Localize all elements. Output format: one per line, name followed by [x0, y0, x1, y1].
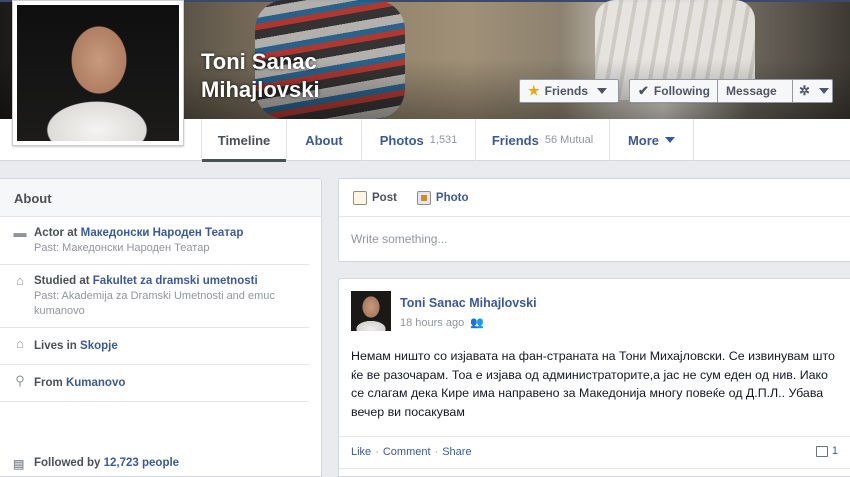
friends-button[interactable]: ★ Friends — [519, 79, 619, 103]
about-work: ▬ Actor at Македонски Народен Театар Pas… — [0, 217, 309, 264]
share-link[interactable]: Share — [442, 446, 471, 459]
story-text: Немам ништо со изјавата на фан-страната … — [351, 349, 835, 419]
from-link[interactable]: Kumanovo — [66, 377, 125, 389]
following-button[interactable]: ✔ Following — [629, 79, 718, 103]
gear-icon: ✲ — [799, 83, 810, 98]
briefcase-icon: ▬ — [13, 225, 27, 240]
followed-prefix: Followed by — [34, 457, 104, 469]
school-icon: ⌂ — [16, 273, 24, 288]
audience-friends-icon[interactable]: 👥 — [470, 316, 484, 329]
composer-tab-photo[interactable]: Photo — [416, 190, 469, 205]
comments-count[interactable]: 1 — [815, 445, 838, 457]
star-icon: ★ — [528, 83, 540, 98]
comment-icon — [815, 445, 828, 457]
story: Toni Sanac Mihajlovski 18 hours ago 👥 Не… — [338, 278, 850, 477]
chevron-down-icon — [597, 88, 607, 94]
chevron-down-icon — [818, 88, 829, 94]
about-education: ⌂ Studied at Fakultet za dramski umetnos… — [0, 264, 309, 327]
post-icon — [353, 190, 367, 205]
settings-button[interactable]: ✲ — [792, 79, 833, 103]
composer-tab-post-label: Post — [372, 191, 397, 204]
work-past: Past: Македонски Народен Театар — [34, 242, 210, 254]
work-link[interactable]: Македонски Народен Театар — [81, 227, 244, 239]
tab-label: More — [627, 132, 660, 148]
comments-count-value: 1 — [831, 445, 838, 457]
story-actions: Like · Comment · Share — [339, 436, 850, 468]
friends-button-label: Friends — [544, 84, 588, 98]
education-past: Past: Akademija za Dramski Umetnosti and… — [34, 290, 275, 317]
composer-input[interactable]: Write something... — [339, 217, 850, 261]
tab-friends[interactable]: Friends 56 Mutual — [476, 119, 610, 161]
tab-label: Timeline — [217, 132, 271, 148]
about-title[interactable]: About — [0, 179, 321, 217]
education-prefix: Studied at — [34, 275, 93, 287]
divider — [0, 401, 309, 402]
tab-label: About — [305, 132, 343, 148]
tab-label: Photos — [379, 132, 424, 148]
message-button[interactable]: Message — [717, 79, 793, 103]
followers-link[interactable]: 12,723 people — [104, 457, 179, 469]
photos-count: 1,531 — [429, 134, 458, 146]
message-button-label: Message — [726, 84, 777, 98]
following-button-label: Following — [653, 84, 710, 98]
profile-picture[interactable] — [12, 0, 184, 146]
separator: · — [375, 446, 379, 458]
composer-tab-photo-label: Photo — [435, 191, 469, 204]
location-pin-icon: ⚲ — [15, 373, 25, 388]
tab-timeline[interactable]: Timeline — [201, 119, 287, 162]
divider — [339, 468, 850, 469]
education-link[interactable]: Fakultet za dramski umetnosti — [93, 275, 258, 287]
lives-prefix: Lives in — [34, 340, 81, 352]
tab-more[interactable]: More — [610, 119, 694, 161]
rss-icon: ▤ — [13, 457, 25, 471]
work-line: Actor at Македонски Народен Театар — [34, 225, 309, 241]
story-timestamp[interactable]: 18 hours ago — [400, 317, 464, 329]
like-link[interactable]: Like — [351, 446, 371, 459]
composer-tab-post[interactable]: Post — [353, 190, 397, 205]
photo-icon — [416, 190, 431, 205]
story-time: 18 hours ago 👥 — [400, 316, 484, 330]
composer: Post Photo Write something... — [338, 178, 850, 262]
profile-picture-image — [17, 5, 179, 141]
tab-label: Friends — [491, 132, 539, 148]
separator: · — [434, 446, 439, 458]
chevron-down-icon — [665, 137, 676, 143]
story-author[interactable]: Toni Sanac Mihajlovski — [400, 296, 537, 310]
followed-by: ▤ Followed by 12,723 people — [0, 457, 320, 471]
comment-link[interactable]: Comment — [383, 446, 431, 459]
profile-name-line1: Toni Sanac — [201, 49, 317, 74]
check-icon: ✔ — [638, 83, 649, 98]
tab-about[interactable]: About — [287, 119, 362, 161]
profile-name-line2: Mihajlovski — [201, 77, 320, 102]
from-line: From Kumanovo — [34, 373, 309, 393]
mutual-friends-count: 56 Mutual — [544, 134, 594, 146]
about-from: ⚲ From Kumanovo — [0, 364, 309, 401]
about-lives: ⌂ Lives in Skopje — [0, 327, 309, 364]
lives-line: Lives in Skopje — [34, 336, 309, 356]
lives-link[interactable]: Skopje — [80, 340, 118, 352]
work-prefix: Actor at — [34, 227, 81, 239]
from-prefix: From — [34, 377, 66, 389]
home-icon: ⌂ — [16, 336, 24, 351]
composer-tabs: Post Photo — [339, 179, 850, 217]
tab-photos[interactable]: Photos 1,531 — [362, 119, 476, 161]
about-box: About ▬ Actor at Македонски Народен Теат… — [0, 178, 322, 477]
avatar[interactable] — [351, 291, 391, 331]
profile-name[interactable]: Toni Sanac Mihajlovski — [201, 48, 320, 104]
education-line: Studied at Fakultet za dramski umetnosti — [34, 273, 309, 289]
